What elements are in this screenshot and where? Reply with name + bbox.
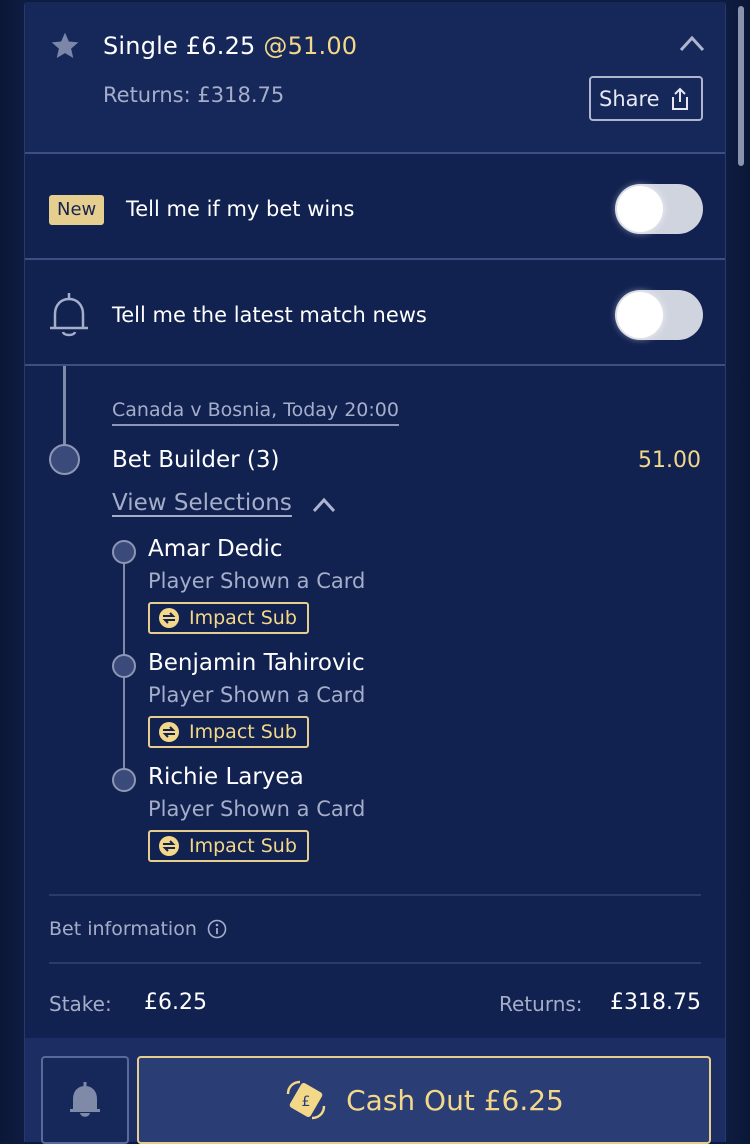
selection-dot — [112, 768, 136, 792]
star-icon — [51, 32, 79, 58]
svg-text:£: £ — [302, 1094, 311, 1110]
selection-market: Player Shown a Card — [148, 569, 366, 593]
bet-information[interactable]: Bet information — [49, 918, 227, 940]
stake-label: Stake: — [49, 992, 112, 1016]
toggle-knob — [617, 292, 663, 338]
impact-sub-badge: Impact Sub — [148, 716, 309, 748]
selection-dot — [112, 654, 136, 678]
share-label: Share — [599, 86, 660, 111]
impact-sub-label: Impact Sub — [189, 607, 297, 629]
swap-icon — [159, 722, 179, 742]
returns-value: £318.75 — [610, 990, 701, 1015]
stake-value: £6.25 — [144, 990, 207, 1015]
selection-player: Amar Dedic — [148, 536, 283, 562]
event-link[interactable]: Canada v Bosnia, Today 20:00 — [112, 399, 399, 426]
bet-card: Single £6.25 @51.00 Returns: £318.75 Sha… — [24, 2, 726, 1144]
impact-sub-badge: Impact Sub — [148, 602, 309, 634]
returns-label: Returns: — [499, 992, 583, 1016]
notifications-button[interactable] — [41, 1056, 129, 1144]
header-returns: Returns: £318.75 — [103, 83, 285, 107]
bell-icon — [70, 1082, 100, 1117]
notify-bet-wins-toggle[interactable] — [615, 184, 703, 234]
bet-information-label: Bet information — [49, 918, 197, 940]
divider — [49, 962, 701, 964]
chevron-up-icon[interactable] — [311, 496, 337, 514]
bet-odds: @51.00 — [263, 32, 358, 60]
notify-match-news-toggle[interactable] — [615, 290, 703, 340]
notify-bet-wins-label: Tell me if my bet wins — [126, 197, 355, 221]
bet-details: Canada v Bosnia, Today 20:00 Bet Builder… — [25, 366, 725, 1036]
new-badge: New — [49, 195, 105, 225]
bet-footer: £ Cash Out £6.25 — [25, 1038, 725, 1144]
screen: Single £6.25 @51.00 Returns: £318.75 Sha… — [0, 0, 750, 1144]
market-odds: 51.00 — [638, 448, 701, 473]
bet-title: Single £6.25 @51.00 — [103, 32, 357, 60]
share-icon — [671, 87, 688, 110]
cash-out-button[interactable]: £ Cash Out £6.25 — [137, 1056, 711, 1144]
swap-icon — [159, 608, 179, 628]
notify-match-news-row: Tell me the latest match news — [25, 262, 725, 366]
view-selections-link[interactable]: View Selections — [112, 490, 292, 516]
impact-sub-badge: Impact Sub — [148, 830, 309, 862]
selection-player: Richie Laryea — [148, 764, 304, 790]
scrollbar[interactable] — [738, 6, 744, 166]
swap-icon — [159, 836, 179, 856]
bet-header: Single £6.25 @51.00 Returns: £318.75 Sha… — [25, 2, 725, 154]
bet-type-stake: Single £6.25 — [103, 32, 256, 60]
impact-sub-label: Impact Sub — [189, 835, 297, 857]
selection-player: Benjamin Tahirovic — [148, 650, 365, 676]
impact-sub-label: Impact Sub — [189, 721, 297, 743]
divider — [49, 894, 701, 896]
toggle-knob — [617, 186, 663, 232]
selection-dot — [112, 540, 136, 564]
notify-match-news-label: Tell me the latest match news — [112, 303, 427, 327]
cashout-icon: £ — [286, 1080, 326, 1120]
market-name: Bet Builder (3) — [112, 447, 280, 473]
bell-icon — [50, 293, 88, 337]
timeline-line — [63, 366, 66, 446]
chevron-up-icon[interactable] — [677, 32, 707, 54]
selection-market: Player Shown a Card — [148, 797, 366, 821]
notify-bet-wins-row: New Tell me if my bet wins — [25, 156, 725, 260]
info-icon[interactable] — [207, 919, 227, 939]
cash-out-label: Cash Out £6.25 — [346, 1083, 564, 1117]
share-button[interactable]: Share — [589, 76, 703, 121]
selection-market: Player Shown a Card — [148, 683, 366, 707]
timeline-dot — [49, 444, 80, 475]
